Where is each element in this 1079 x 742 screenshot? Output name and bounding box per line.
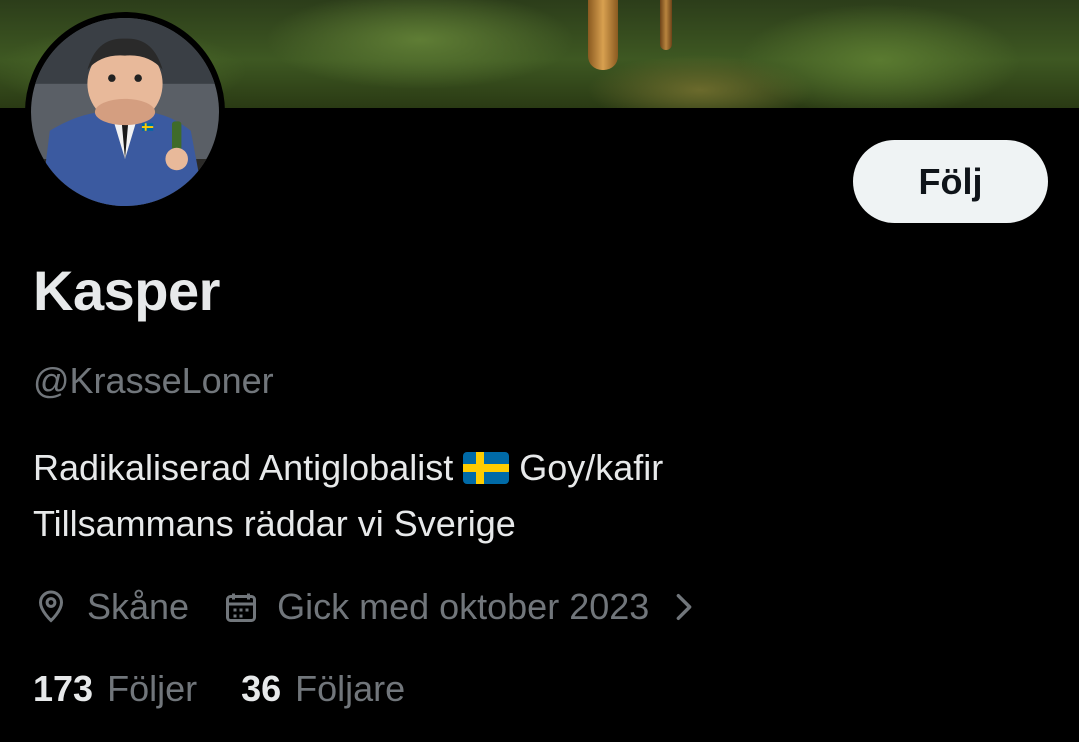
following-count: 173 (33, 668, 94, 709)
bio-text-1: Radikaliserad Antiglobalist (33, 447, 454, 488)
bio-line-2: Tillsammans räddar vi Sverige (33, 503, 516, 544)
profile-avatar[interactable] (25, 12, 225, 212)
following-label: Följer (107, 668, 198, 709)
profile-bio: Radikaliserad Antiglobalist Goy/kafir Ti… (33, 440, 663, 552)
following-link[interactable]: 173 Följer (33, 668, 197, 710)
follow-stats: 173 Följer 36 Följare (33, 668, 405, 710)
followers-link[interactable]: 36 Följare (241, 668, 405, 710)
calendar-icon (223, 589, 259, 625)
location-text: Skåne (87, 586, 190, 627)
banner-mushroom-stem (588, 0, 618, 70)
follow-button[interactable]: Följ (853, 140, 1048, 223)
followers-label: Följare (295, 668, 406, 709)
chevron-right-icon[interactable] (671, 590, 697, 624)
joined-item[interactable]: Gick med oktober 2023 (223, 586, 697, 628)
followers-count: 36 (241, 668, 282, 709)
display-name: Kasper (33, 259, 220, 322)
profile-meta: Skåne Gick med oktober 2023 (33, 582, 697, 632)
bio-line-1: Radikaliserad Antiglobalist Goy/kafir (33, 440, 663, 496)
joined-text: Gick med oktober 2023 (277, 586, 650, 627)
location-pin-icon (33, 589, 69, 625)
user-handle: @KrasseLoner (33, 360, 274, 401)
location-item: Skåne (33, 586, 189, 628)
bio-text-2: Goy/kafir (519, 447, 664, 488)
sweden-flag-icon (463, 452, 510, 484)
avatar-illustration-icon (31, 18, 219, 206)
banner-mushroom-stem-small (660, 0, 672, 50)
